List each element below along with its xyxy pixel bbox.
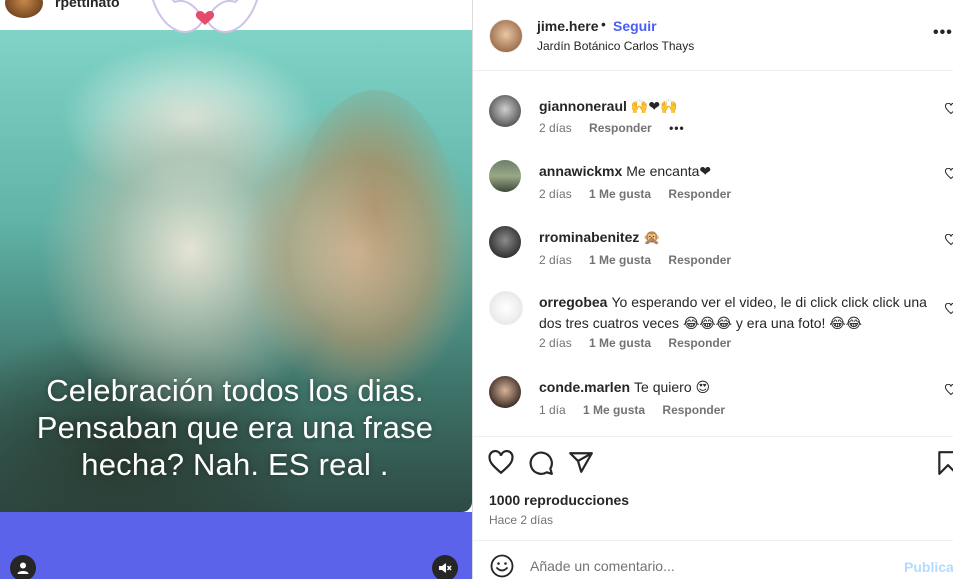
actions-divider	[473, 436, 953, 437]
like-comment-heart-icon[interactable]	[945, 168, 953, 180]
comment-age[interactable]: 2 días	[539, 336, 572, 350]
comment-body: rrominabenitez 🙊	[539, 227, 934, 249]
comment-username[interactable]: orregobea	[539, 294, 607, 310]
speaker-muted-icon	[439, 563, 452, 573]
comment-username[interactable]: rrominabenitez	[539, 229, 639, 245]
comment-text: Me encanta❤	[626, 163, 712, 179]
reel-avatar[interactable]	[5, 0, 43, 18]
user-icon	[17, 562, 29, 574]
comment-avatar[interactable]	[489, 291, 523, 325]
photo-caption-overlay: Celebración todos los dias. Pensaban que…	[36, 373, 434, 482]
comment-avatar[interactable]	[489, 160, 521, 192]
author-username[interactable]: jime.here	[537, 18, 598, 34]
media-footer-band	[0, 512, 472, 579]
comment-avatar[interactable]	[489, 95, 521, 127]
comment-body: annawickmx Me encanta❤	[539, 161, 934, 182]
reel-username[interactable]: rpettinato	[55, 0, 120, 10]
emoji-smiley-icon[interactable]	[490, 554, 514, 578]
comment-meta: 1 día 1 Me gusta Responder	[539, 403, 739, 417]
post-timestamp[interactable]: Hace 2 días	[489, 513, 553, 527]
comment-body: giannoneraul 🙌❤🙌	[539, 96, 934, 118]
comment-text: 🙌❤🙌	[630, 99, 678, 115]
tagged-users-button[interactable]	[10, 555, 36, 579]
like-comment-heart-icon[interactable]	[945, 303, 953, 315]
comment-age[interactable]: 1 día	[539, 403, 566, 417]
comment-body: orregobea Yo esperando ver el video, le d…	[539, 292, 934, 334]
comment-username[interactable]: annawickmx	[539, 163, 622, 179]
mute-toggle-button[interactable]	[432, 555, 458, 579]
post-photo[interactable]: Celebración todos los dias. Pensaban que…	[0, 30, 472, 512]
comment-username[interactable]: giannoneraul	[539, 98, 627, 114]
comment-text: 🙊	[643, 230, 661, 246]
comment-input[interactable]	[528, 557, 872, 575]
post-details-panel: jime.here • Seguir Jardín Botánico Carlo…	[473, 0, 953, 579]
photo-detail	[290, 90, 460, 390]
comment-meta: 2 días 1 Me gusta Responder	[539, 336, 745, 350]
more-options-button[interactable]: •••	[933, 24, 953, 42]
comment-bubble-icon[interactable]	[528, 450, 554, 476]
comment-reply-button[interactable]: Responder	[668, 253, 731, 267]
save-bookmark-icon[interactable]	[935, 450, 953, 476]
share-paper-plane-icon[interactable]	[568, 450, 594, 476]
comment-meta: 2 días Responder •••	[539, 121, 699, 135]
comment-age[interactable]: 2 días	[539, 121, 572, 135]
comment-reply-button[interactable]: Responder	[662, 403, 725, 417]
comment-avatar[interactable]	[489, 226, 521, 258]
comment-reply-button[interactable]: Responder	[668, 336, 731, 350]
composer-divider	[473, 540, 953, 541]
like-comment-heart-icon[interactable]	[945, 384, 953, 396]
publish-button[interactable]: Publicar	[904, 559, 953, 575]
post-media[interactable]: rpettinato Celebración todos los dias. P…	[0, 0, 472, 579]
comment-body: conde.marlen Te quiero 😍	[539, 377, 934, 398]
header-separator: •	[601, 16, 606, 32]
comment-more-button[interactable]: •••	[669, 121, 685, 135]
comment-meta: 2 días 1 Me gusta Responder	[539, 187, 745, 201]
follow-button[interactable]: Seguir	[613, 18, 657, 34]
comment-reply-button[interactable]: Responder	[589, 121, 652, 135]
author-avatar[interactable]	[489, 19, 523, 53]
comment-avatar[interactable]	[489, 376, 521, 408]
comment-age[interactable]: 2 días	[539, 253, 572, 267]
comment-likes-count[interactable]: 1 Me gusta	[589, 336, 651, 350]
comment-age[interactable]: 2 días	[539, 187, 572, 201]
location-link[interactable]: Jardín Botánico Carlos Thays	[537, 39, 694, 53]
comment-text: Te quiero 😍	[634, 379, 711, 395]
comment-likes-count[interactable]: 1 Me gusta	[589, 253, 651, 267]
comment-reply-button[interactable]: Responder	[668, 187, 731, 201]
comment-username[interactable]: conde.marlen	[539, 379, 630, 395]
like-comment-heart-icon[interactable]	[945, 103, 953, 115]
post-header: jime.here • Seguir Jardín Botánico Carlo…	[473, 0, 953, 71]
like-comment-heart-icon[interactable]	[945, 234, 953, 246]
comment-meta: 2 días 1 Me gusta Responder	[539, 253, 745, 267]
comment-likes-count[interactable]: 1 Me gusta	[583, 403, 645, 417]
comment-likes-count[interactable]: 1 Me gusta	[589, 187, 651, 201]
heart-hands-sticker	[151, 0, 259, 33]
like-heart-icon[interactable]	[488, 450, 514, 476]
view-count[interactable]: 1000 reproducciones	[489, 492, 629, 508]
